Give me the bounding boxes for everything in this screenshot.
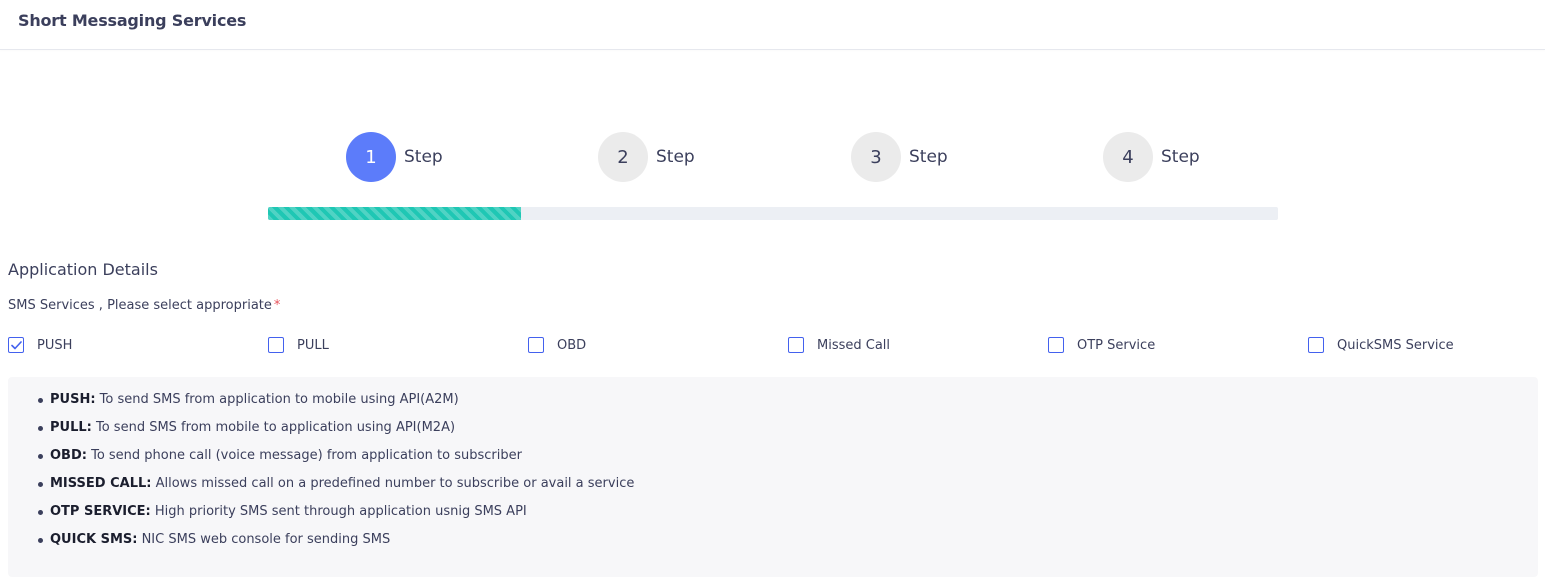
step-1[interactable]: 1 Step — [346, 132, 443, 182]
info-key: PUSH: — [50, 392, 96, 407]
sms-services-options: PUSH PULL OBD Missed Call OTP Service Qu… — [0, 335, 1545, 355]
checkbox-push-label: PUSH — [37, 337, 73, 353]
sms-services-label: SMS Services , Please select appropriate… — [8, 298, 280, 313]
bullet-icon — [38, 482, 43, 487]
step-3[interactable]: 3 Step — [851, 132, 948, 182]
bullet-icon — [38, 538, 43, 543]
info-key: QUICK SMS: — [50, 532, 138, 547]
info-text: Allows missed call on a predefined numbe… — [151, 476, 635, 491]
info-key: PULL: — [50, 420, 92, 435]
checkbox-obd-box[interactable] — [528, 337, 544, 353]
checkbox-pull-label: PULL — [297, 337, 329, 353]
checkbox-otp-service-label: OTP Service — [1077, 337, 1156, 353]
checkbox-otp-service-box[interactable] — [1048, 337, 1064, 353]
service-info-list: PUSH: To send SMS from application to mo… — [38, 391, 634, 559]
info-key: OBD: — [50, 448, 87, 463]
checkbox-push-box[interactable] — [8, 337, 24, 353]
page-header: Short Messaging Services — [0, 0, 1545, 50]
stepper: 1 Step 2 Step 3 Step 4 Step — [0, 132, 1545, 182]
service-info-panel: PUSH: To send SMS from application to mo… — [8, 377, 1538, 577]
info-key: OTP SERVICE: — [50, 504, 151, 519]
step-2-label: Step — [656, 147, 695, 167]
checkbox-pull-box[interactable] — [268, 337, 284, 353]
step-4[interactable]: 4 Step — [1103, 132, 1200, 182]
checkbox-quicksms-service-label: QuickSMS Service — [1337, 337, 1454, 353]
checkbox-push[interactable]: PUSH — [8, 335, 72, 355]
info-text: To send phone call (voice message) from … — [86, 448, 522, 463]
checkbox-missed-call-label: Missed Call — [817, 337, 891, 353]
checkbox-missed-call-box[interactable] — [788, 337, 804, 353]
section-title: Application Details — [8, 260, 158, 279]
checkmark-icon — [10, 340, 22, 349]
list-item: MISSED CALL: Allows missed call on a pre… — [38, 475, 634, 503]
checkbox-quicksms-service[interactable]: QuickSMS Service — [1308, 335, 1454, 355]
page-title: Short Messaging Services — [18, 11, 247, 30]
info-text: NIC SMS web console for sending SMS — [137, 532, 391, 547]
list-item: PULL: To send SMS from mobile to applica… — [38, 419, 634, 447]
bullet-icon — [38, 510, 43, 515]
step-3-label: Step — [909, 147, 948, 167]
progress-bar — [268, 207, 1278, 220]
list-item: QUICK SMS: NIC SMS web console for sendi… — [38, 531, 634, 559]
step-2-circle: 2 — [598, 132, 648, 182]
info-text: To send SMS from mobile to application u… — [91, 420, 456, 435]
checkbox-missed-call[interactable]: Missed Call — [788, 335, 890, 355]
step-4-label: Step — [1161, 147, 1200, 167]
list-item: PUSH: To send SMS from application to mo… — [38, 391, 634, 419]
list-item: OTP SERVICE: High priority SMS sent thro… — [38, 503, 634, 531]
info-text: To send SMS from application to mobile u… — [95, 392, 459, 407]
checkbox-obd[interactable]: OBD — [528, 335, 586, 355]
checkbox-quicksms-service-box[interactable] — [1308, 337, 1324, 353]
step-2[interactable]: 2 Step — [598, 132, 695, 182]
checkbox-otp-service[interactable]: OTP Service — [1048, 335, 1155, 355]
step-4-circle: 4 — [1103, 132, 1153, 182]
step-1-label: Step — [404, 147, 443, 167]
bullet-icon — [38, 426, 43, 431]
info-key: MISSED CALL: — [50, 476, 152, 491]
checkbox-pull[interactable]: PULL — [268, 335, 329, 355]
bullet-icon — [38, 454, 43, 459]
list-item: OBD: To send phone call (voice message) … — [38, 447, 634, 475]
checkbox-obd-label: OBD — [557, 337, 587, 353]
info-text: High priority SMS sent through applicati… — [150, 504, 527, 519]
sms-services-label-text: SMS Services , Please select appropriate — [8, 298, 272, 313]
step-1-circle: 1 — [346, 132, 396, 182]
progress-bar-fill — [268, 207, 521, 220]
step-3-circle: 3 — [851, 132, 901, 182]
required-asterisk: * — [273, 298, 281, 313]
bullet-icon — [38, 398, 43, 403]
